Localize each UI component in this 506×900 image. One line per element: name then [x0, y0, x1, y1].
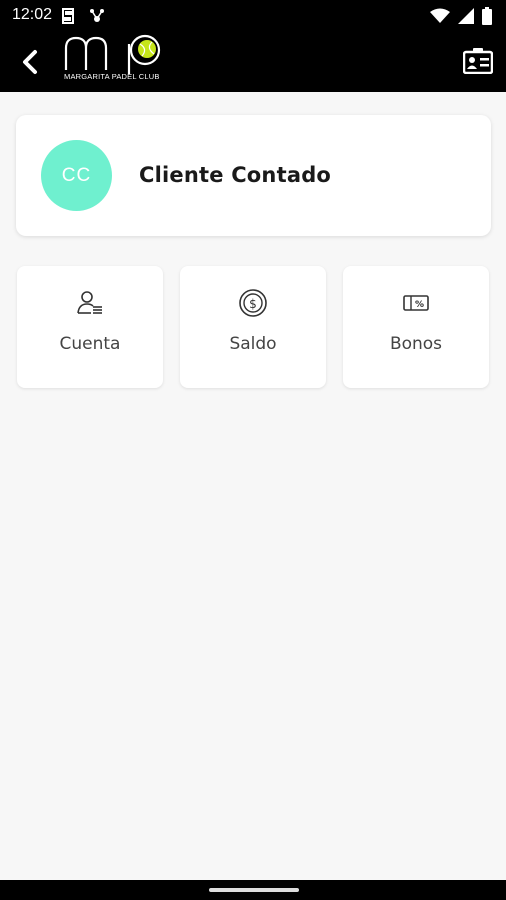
- club-logo: MARGARITA PADEL CLUB: [62, 34, 172, 88]
- svg-text:%: %: [415, 300, 424, 310]
- account-list-icon: [75, 288, 105, 318]
- id-card-button[interactable]: [462, 46, 494, 76]
- logo-text: MARGARITA PADEL CLUB: [64, 72, 160, 81]
- app-bar: MARGARITA PADEL CLUB: [0, 32, 506, 92]
- navigation-bar: [0, 880, 506, 900]
- wifi-icon: [430, 8, 450, 29]
- tile-label: Saldo: [229, 334, 277, 354]
- tile-cuenta[interactable]: Cuenta: [17, 266, 163, 388]
- mp-logo-icon: [64, 34, 161, 74]
- status-notification-icons: [60, 7, 106, 30]
- tile-saldo[interactable]: $ Saldo: [180, 266, 326, 388]
- connection-icon: [88, 7, 106, 30]
- back-button[interactable]: [14, 46, 46, 78]
- screen: 12:02 MARGARITA PADEL CLUB CC Cliente Co…: [0, 0, 506, 900]
- avatar: CC: [41, 140, 112, 211]
- svg-text:$: $: [249, 297, 257, 311]
- tile-bonos[interactable]: % Bonos: [343, 266, 489, 388]
- id-card-icon: [463, 48, 493, 74]
- status-system-icons: [430, 7, 492, 30]
- status-bar: 12:02: [0, 0, 506, 32]
- back-arrow-icon: [23, 50, 37, 74]
- sync-icon: [60, 7, 76, 30]
- voucher-percent-icon: %: [401, 288, 431, 318]
- tile-label: Cuenta: [59, 334, 121, 354]
- user-card: CC Cliente Contado: [16, 115, 491, 236]
- tile-label: Bonos: [389, 334, 443, 354]
- home-indicator[interactable]: [209, 888, 299, 892]
- battery-icon: [482, 7, 492, 30]
- status-time: 12:02: [12, 6, 53, 23]
- coin-dollar-icon: $: [238, 288, 268, 318]
- signal-icon: [458, 8, 474, 29]
- user-name: Cliente Contado: [139, 163, 332, 187]
